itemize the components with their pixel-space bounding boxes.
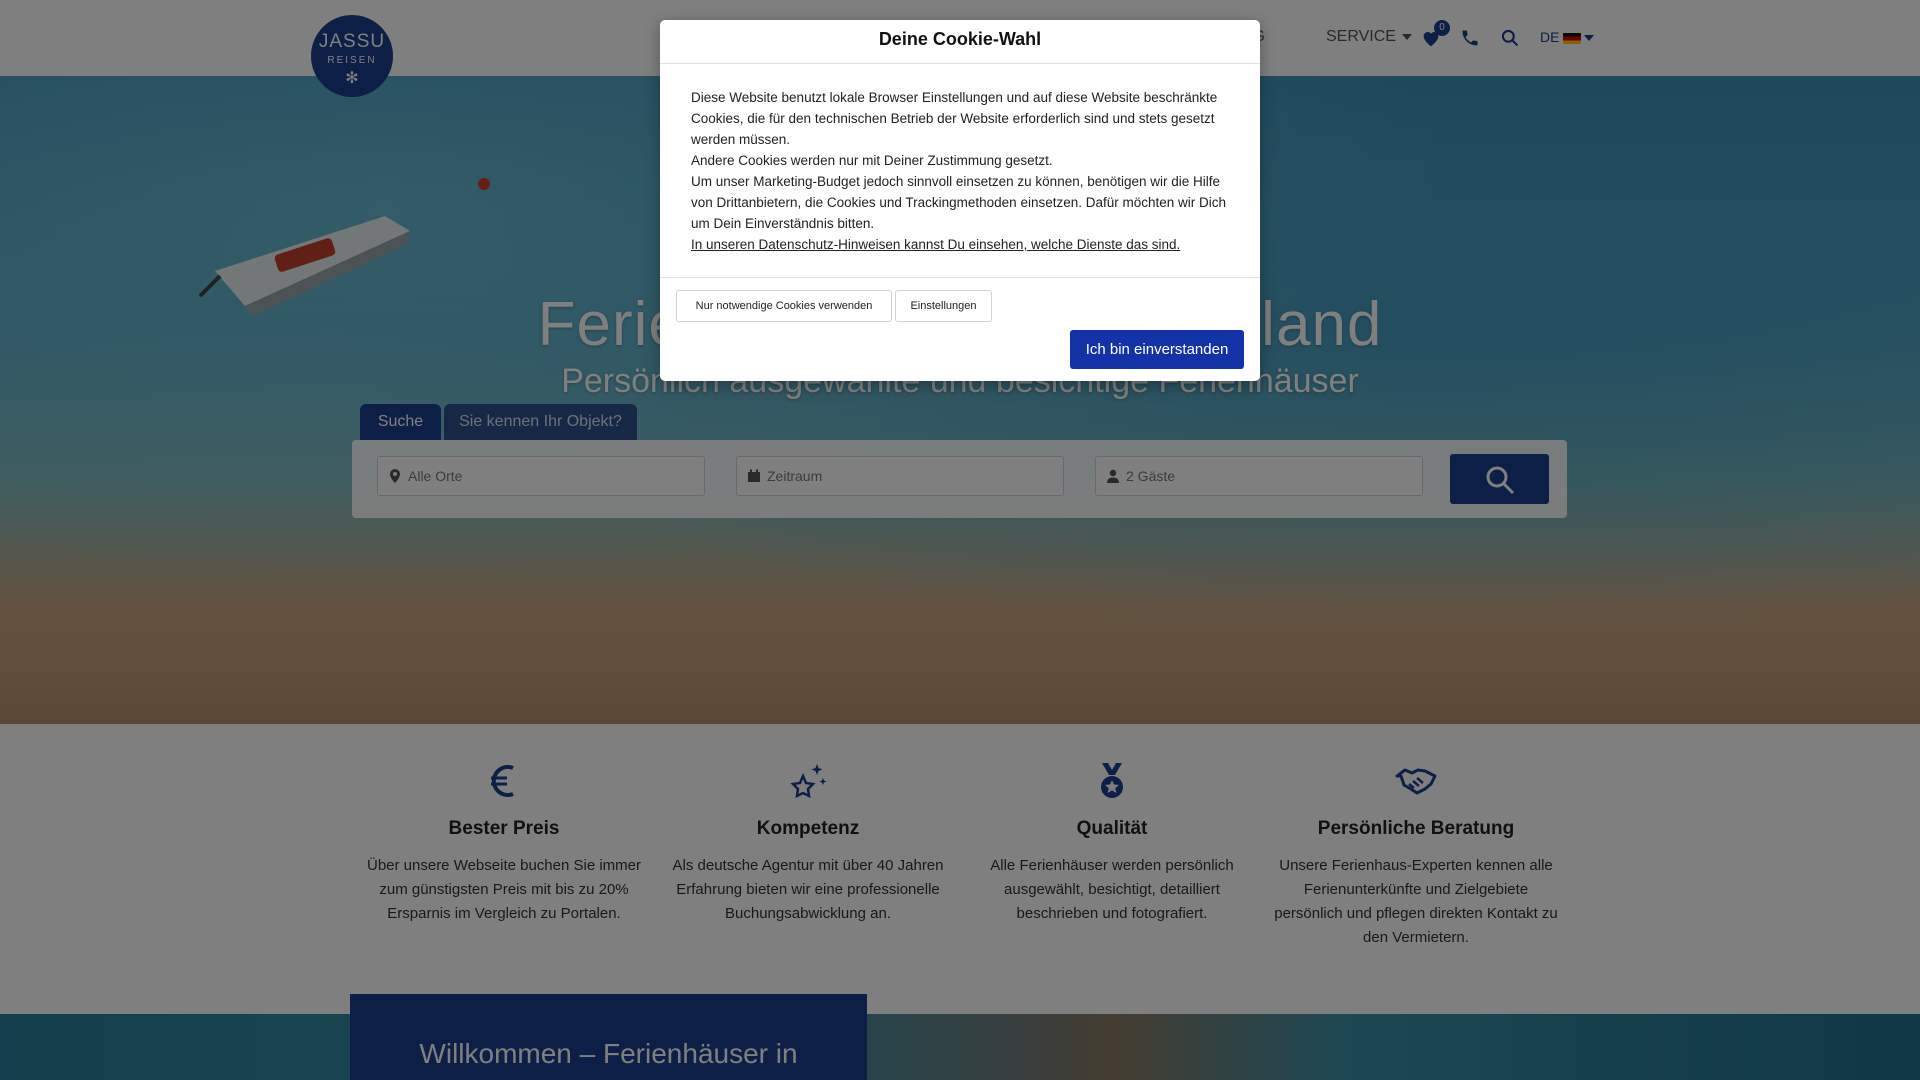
dialog-divider — [660, 277, 1260, 278]
cookie-dialog-body: Diese Website benutzt lokale Browser Ein… — [691, 87, 1236, 255]
cookie-dialog-title: Deine Cookie-Wahl — [660, 20, 1260, 64]
accept-cookies-button[interactable]: Ich bin einverstanden — [1070, 330, 1244, 369]
cookie-consent-dialog: Deine Cookie-Wahl Diese Website benutzt … — [660, 20, 1260, 381]
cookie-text-1: Diese Website benutzt lokale Browser Ein… — [691, 90, 1218, 147]
cookie-text-3: Um unser Marketing-Budget jedoch sinnvol… — [691, 174, 1227, 231]
cookie-settings-button[interactable]: Einstellungen — [895, 290, 992, 322]
cookie-text-2: Andere Cookies werden nur mit Deiner Zus… — [691, 153, 1053, 168]
necessary-cookies-button[interactable]: Nur notwendige Cookies verwenden — [676, 290, 892, 322]
privacy-link[interactable]: In unseren Datenschutz-Hinweisen kannst … — [691, 237, 1180, 252]
